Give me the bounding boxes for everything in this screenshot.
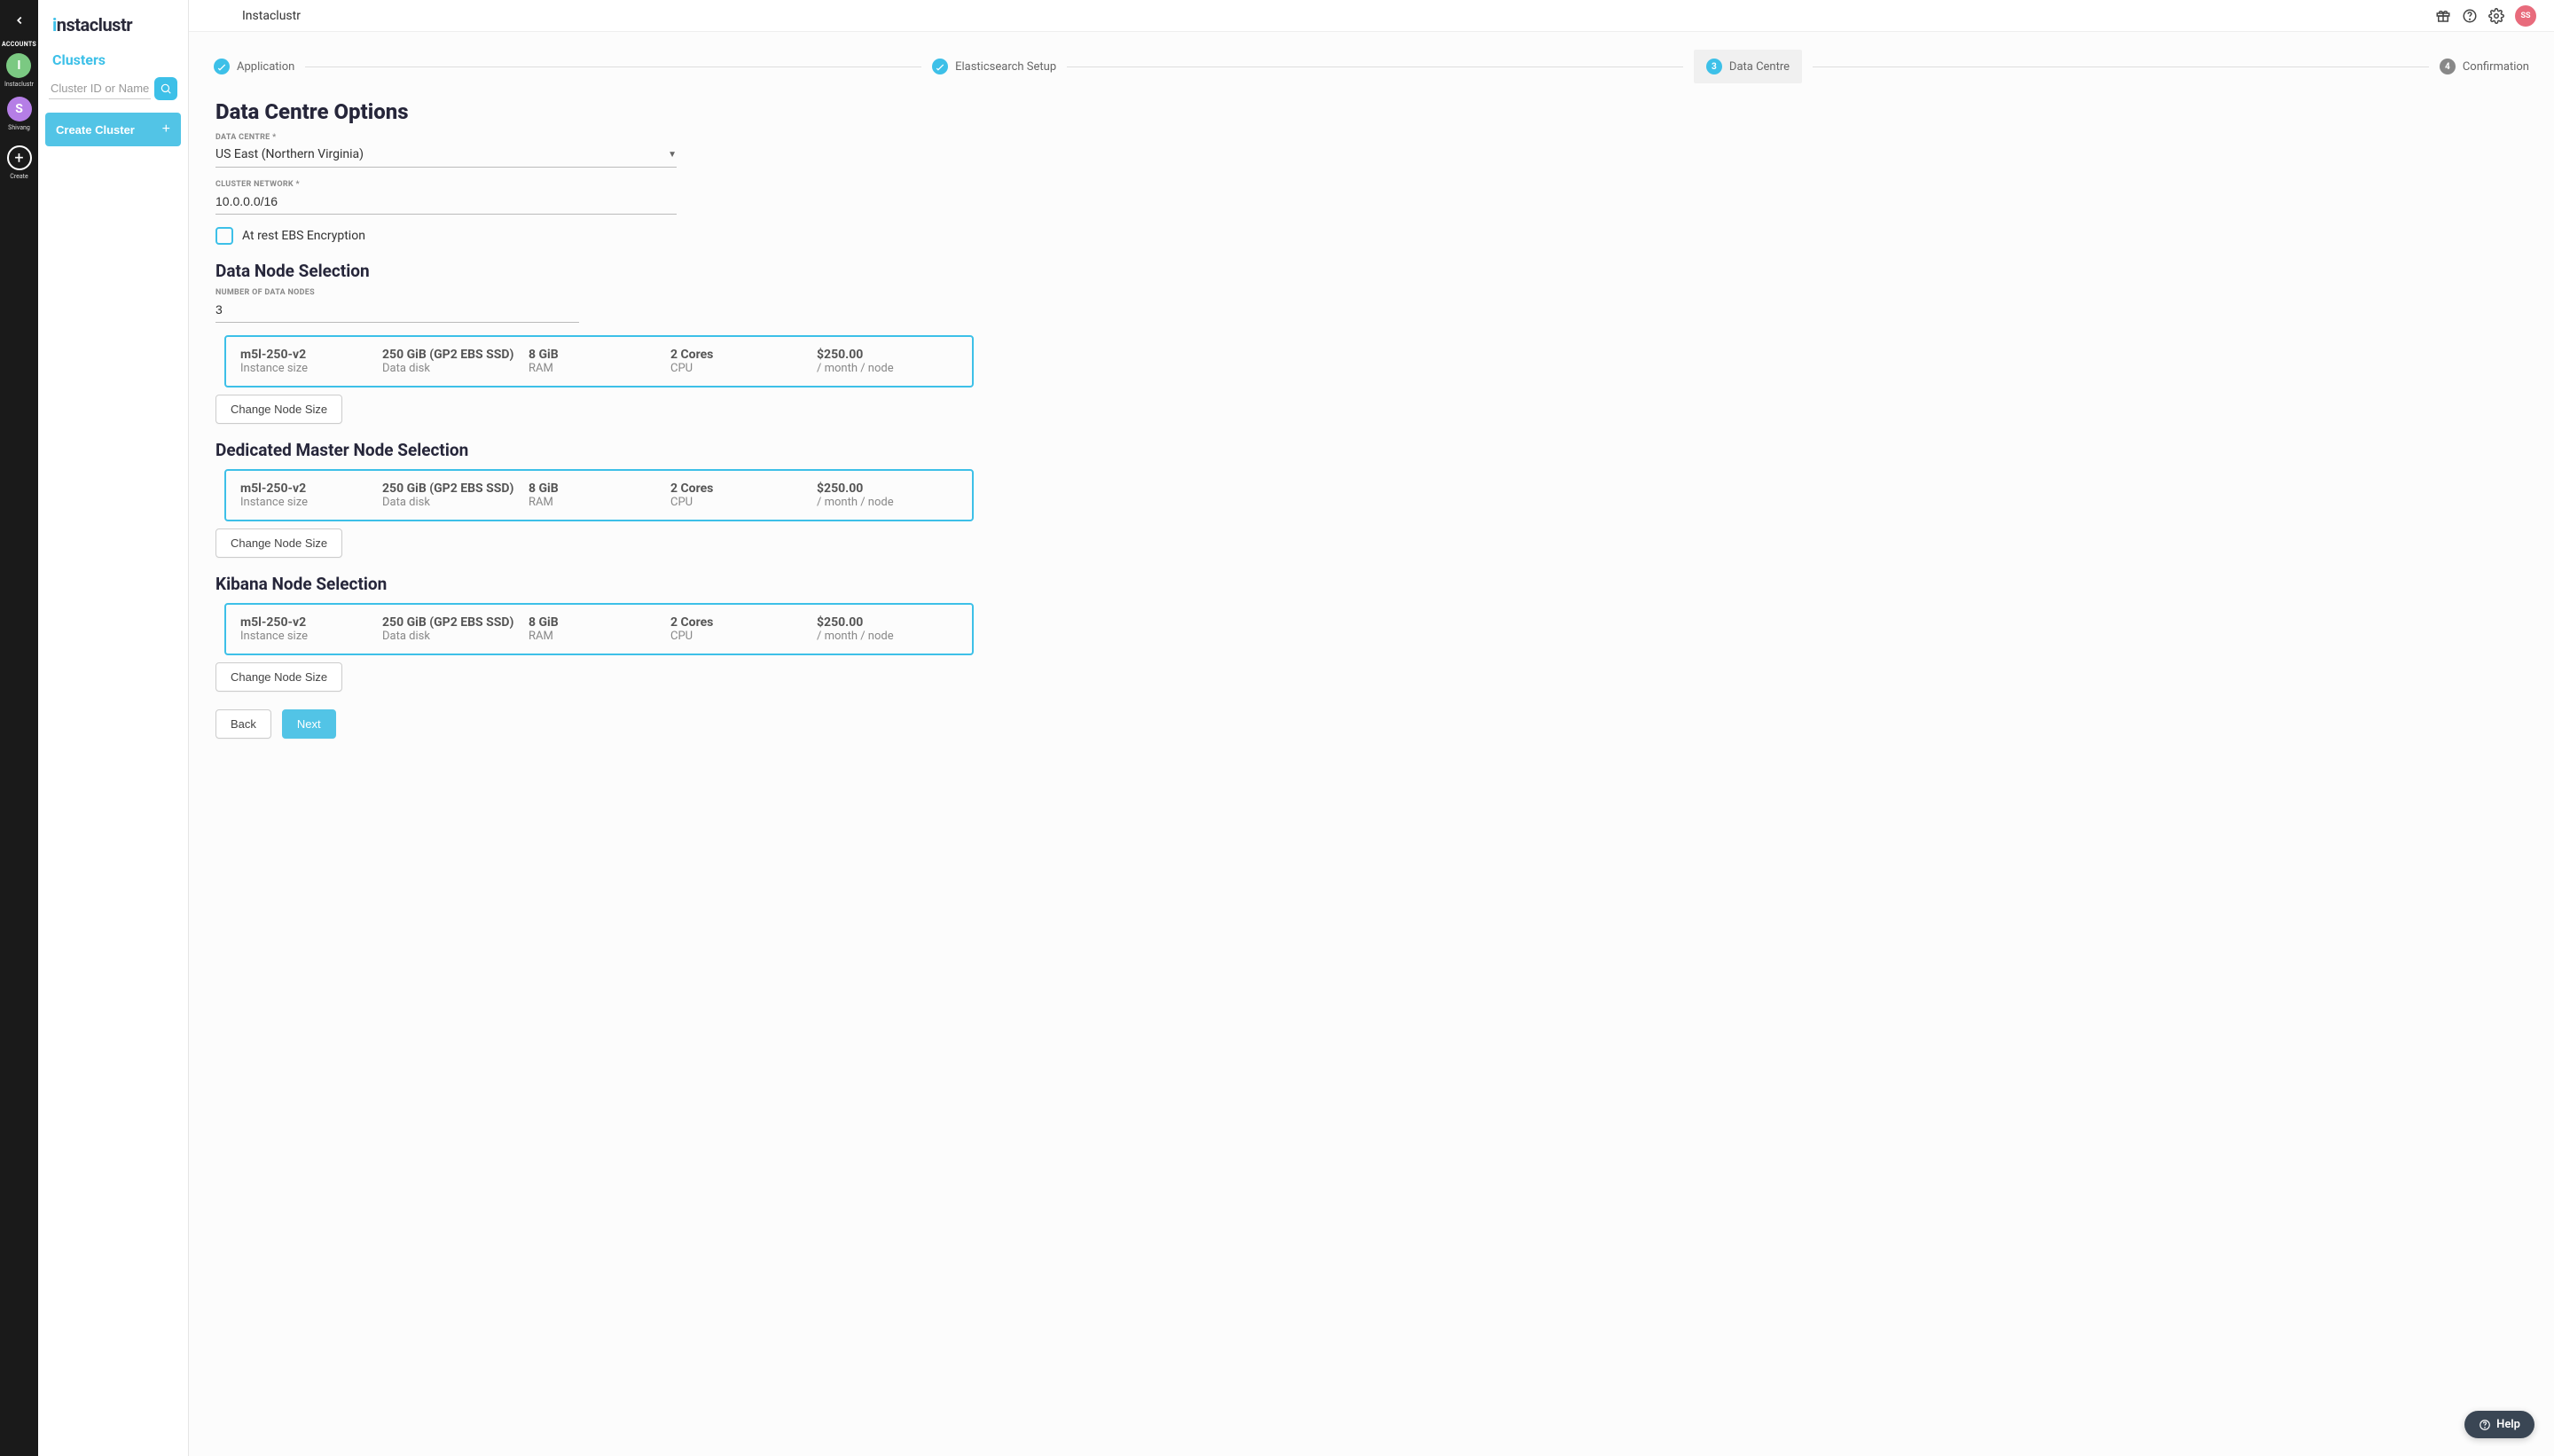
data-centre-label: DATA CENTRE * xyxy=(215,133,2527,142)
help-icon[interactable] xyxy=(2462,8,2478,24)
node-disk: 250 GiB (GP2 EBS SSD) xyxy=(382,481,529,496)
node-disk-label: Data disk xyxy=(382,362,529,375)
data-node-heading: Data Node Selection xyxy=(215,261,2527,281)
cluster-search-input[interactable] xyxy=(49,78,151,99)
step-data-centre[interactable]: 3 Data Centre xyxy=(1694,50,1802,83)
node-disk: 250 GiB (GP2 EBS SSD) xyxy=(382,348,529,362)
node-price-label: / month / node xyxy=(817,630,958,643)
create-label: Create xyxy=(10,173,27,180)
plus-icon: + xyxy=(162,121,170,137)
account-avatar: S xyxy=(7,97,32,121)
node-cpu-label: CPU xyxy=(670,496,817,509)
node-size-label: Instance size xyxy=(240,362,382,375)
node-price: $250.00 xyxy=(817,615,958,630)
node-disk: 250 GiB (GP2 EBS SSD) xyxy=(382,615,529,630)
data-centre-value: US East (Northern Virginia) xyxy=(215,147,364,161)
back-button[interactable]: Back xyxy=(215,709,271,739)
step-done-icon xyxy=(932,59,948,74)
create-account-button[interactable]: + Create xyxy=(7,145,32,180)
node-cpu-label: CPU xyxy=(670,362,817,375)
cluster-network-label: CLUSTER NETWORK * xyxy=(215,180,2527,189)
back-button[interactable] xyxy=(6,7,33,34)
step-number: 3 xyxy=(1706,59,1722,74)
change-data-node-size-button[interactable]: Change Node Size xyxy=(215,395,342,424)
node-size-label: Instance size xyxy=(240,630,382,643)
page-title: Data Centre Options xyxy=(215,99,2527,124)
node-cpu-label: CPU xyxy=(670,630,817,643)
step-number: 4 xyxy=(2440,59,2456,74)
account-name: Shivang xyxy=(8,124,30,131)
node-size: m5l-250-v2 xyxy=(240,348,382,362)
step-done-icon xyxy=(214,59,230,74)
create-cluster-label: Create Cluster xyxy=(56,123,135,137)
node-disk-label: Data disk xyxy=(382,630,529,643)
node-ram: 8 GiB xyxy=(529,615,670,630)
kibana-node-card: m5l-250-v2Instance size 250 GiB (GP2 EBS… xyxy=(224,603,974,655)
topbar: Instaclustr SS xyxy=(189,0,2554,32)
node-size-label: Instance size xyxy=(240,496,382,509)
node-cpu: 2 Cores xyxy=(670,481,817,496)
encryption-checkbox[interactable] xyxy=(215,227,233,245)
master-node-card: m5l-250-v2Instance size 250 GiB (GP2 EBS… xyxy=(224,469,974,521)
brand-label: Instaclustr xyxy=(242,9,301,23)
node-disk-label: Data disk xyxy=(382,496,529,509)
node-price-label: / month / node xyxy=(817,362,958,375)
plus-icon: + xyxy=(7,145,32,170)
chevron-down-icon: ▼ xyxy=(668,150,677,160)
account-avatar: I xyxy=(6,53,31,78)
step-elasticsearch-setup[interactable]: Elasticsearch Setup xyxy=(932,59,1056,74)
change-kibana-node-size-button[interactable]: Change Node Size xyxy=(215,662,342,692)
node-ram: 8 GiB xyxy=(529,481,670,496)
account-item[interactable]: I Instaclustr xyxy=(4,53,34,88)
help-button[interactable]: Help xyxy=(2464,1411,2534,1438)
user-avatar[interactable]: SS xyxy=(2515,5,2536,27)
step-confirmation[interactable]: 4 Confirmation xyxy=(2440,59,2529,74)
gear-icon[interactable] xyxy=(2488,8,2504,24)
num-nodes-label: NUMBER OF DATA NODES xyxy=(215,288,2527,297)
node-price: $250.00 xyxy=(817,348,958,362)
step-label: Confirmation xyxy=(2463,60,2529,74)
clusters-heading: Clusters xyxy=(45,46,181,74)
cluster-network-input[interactable] xyxy=(215,189,677,215)
step-label: Elasticsearch Setup xyxy=(955,60,1056,74)
help-icon xyxy=(2479,1419,2491,1431)
kibana-node-heading: Kibana Node Selection xyxy=(215,574,2527,594)
step-label: Application xyxy=(237,60,294,74)
data-centre-select[interactable]: US East (Northern Virginia) ▼ xyxy=(215,142,677,168)
num-nodes-input[interactable] xyxy=(215,297,579,323)
search-icon xyxy=(160,82,172,95)
step-label: Data Centre xyxy=(1729,60,1790,74)
logo: instaclustr xyxy=(45,0,181,46)
create-cluster-button[interactable]: Create Cluster + xyxy=(45,113,181,146)
node-ram-label: RAM xyxy=(529,630,670,643)
node-ram: 8 GiB xyxy=(529,348,670,362)
search-button[interactable] xyxy=(154,77,177,100)
master-node-heading: Dedicated Master Node Selection xyxy=(215,440,2527,460)
account-item[interactable]: S Shivang xyxy=(7,97,32,131)
step-application[interactable]: Application xyxy=(214,59,294,74)
node-size: m5l-250-v2 xyxy=(240,481,382,496)
account-name: Instaclustr xyxy=(4,81,34,88)
node-price: $250.00 xyxy=(817,481,958,496)
node-cpu: 2 Cores xyxy=(670,348,817,362)
node-cpu: 2 Cores xyxy=(670,615,817,630)
change-master-node-size-button[interactable]: Change Node Size xyxy=(215,528,342,558)
left-rail: ACCOUNTS I Instaclustr S Shivang + Creat… xyxy=(0,0,38,1456)
encryption-label: At rest EBS Encryption xyxy=(242,229,365,243)
help-label: Help xyxy=(2496,1418,2520,1431)
gift-icon[interactable] xyxy=(2435,8,2451,24)
node-price-label: / month / node xyxy=(817,496,958,509)
next-button[interactable]: Next xyxy=(282,709,336,739)
chevron-left-icon xyxy=(13,14,26,27)
accounts-label: ACCOUNTS xyxy=(2,41,36,48)
node-ram-label: RAM xyxy=(529,496,670,509)
node-ram-label: RAM xyxy=(529,362,670,375)
node-size: m5l-250-v2 xyxy=(240,615,382,630)
stepper: Application Elasticsearch Setup 3 Data C… xyxy=(189,32,2554,90)
sidebar: instaclustr Clusters Create Cluster + xyxy=(38,0,189,1456)
data-node-card: m5l-250-v2Instance size 250 GiB (GP2 EBS… xyxy=(224,335,974,387)
main: Instaclustr SS xyxy=(189,0,2554,1456)
